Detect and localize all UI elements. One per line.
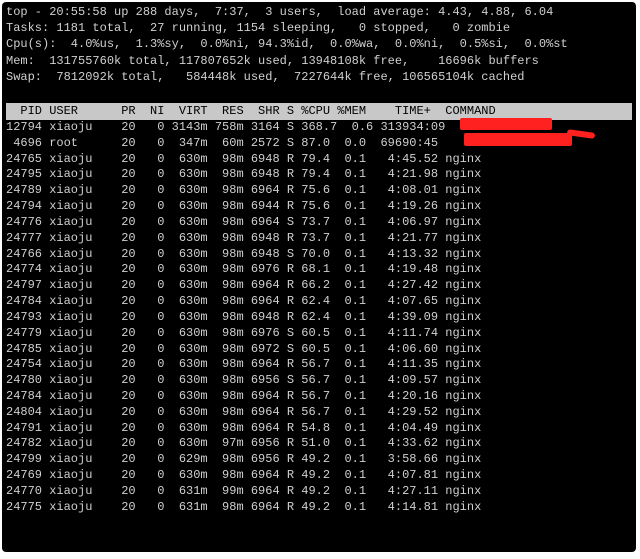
summary-cpu-line: Cpu(s): 4.0%us, 1.3%sy, 0.0%ni, 94.3%id,… [6, 36, 632, 52]
process-row: 24784 xiaoju 20 0 630m 98m 6964 R 56.7 0… [6, 389, 632, 405]
process-row: 24770 xiaoju 20 0 631m 99m 6964 R 49.2 0… [6, 484, 632, 500]
process-row: 24804 xiaoju 20 0 630m 98m 6964 R 56.7 0… [6, 405, 632, 421]
process-row: 24782 xiaoju 20 0 630m 97m 6956 R 51.0 0… [6, 436, 632, 452]
summary-mem-line: Mem: 131755760k total, 117807652k used, … [6, 53, 632, 69]
redaction-mark-2 [464, 133, 572, 146]
process-row: 24799 xiaoju 20 0 629m 98m 6956 R 49.2 0… [6, 452, 632, 468]
process-row: 24777 xiaoju 20 0 630m 98m 6948 R 73.7 0… [6, 231, 632, 247]
process-row: 24769 xiaoju 20 0 630m 98m 6964 R 49.2 0… [6, 468, 632, 484]
process-row: 24765 xiaoju 20 0 630m 98m 6948 R 79.4 0… [6, 152, 632, 168]
process-row: 24793 xiaoju 20 0 630m 98m 6948 R 62.4 0… [6, 310, 632, 326]
process-list: 12794 xiaoju 20 0 3143m 758m 3164 S 368.… [6, 120, 632, 516]
process-row: 24776 xiaoju 20 0 630m 98m 6964 S 73.7 0… [6, 215, 632, 231]
process-row: 24795 xiaoju 20 0 630m 98m 6948 R 79.4 0… [6, 167, 632, 183]
terminal-top-output: top - 20:55:58 up 288 days, 7:37, 3 user… [2, 2, 636, 552]
summary-uptime-line: top - 20:55:58 up 288 days, 7:37, 3 user… [6, 4, 632, 20]
process-row: 24791 xiaoju 20 0 630m 98m 6964 R 54.8 0… [6, 421, 632, 437]
process-row: 24779 xiaoju 20 0 630m 98m 6976 S 60.5 0… [6, 326, 632, 342]
process-row: 24797 xiaoju 20 0 630m 98m 6964 R 66.2 0… [6, 278, 632, 294]
process-row: 24780 xiaoju 20 0 630m 98m 6956 S 56.7 0… [6, 373, 632, 389]
process-row: 24794 xiaoju 20 0 630m 98m 6944 R 75.6 0… [6, 199, 632, 215]
process-row: 24785 xiaoju 20 0 630m 98m 6972 S 60.5 0… [6, 342, 632, 358]
blank-line [6, 85, 632, 101]
process-row: 24754 xiaoju 20 0 630m 98m 6964 R 56.7 0… [6, 357, 632, 373]
process-row: 24775 xiaoju 20 0 631m 98m 6964 R 49.2 0… [6, 500, 632, 516]
redaction-mark-1 [460, 118, 552, 130]
process-row: 24784 xiaoju 20 0 630m 98m 6964 R 62.4 0… [6, 294, 632, 310]
summary-tasks-line: Tasks: 1181 total, 27 running, 1154 slee… [6, 20, 632, 36]
process-row: 24774 xiaoju 20 0 630m 98m 6976 R 68.1 0… [6, 262, 632, 278]
summary-swap-line: Swap: 7812092k total, 584448k used, 7227… [6, 69, 632, 85]
process-row: 24789 xiaoju 20 0 630m 98m 6964 R 75.6 0… [6, 183, 632, 199]
process-row: 24766 xiaoju 20 0 630m 98m 6948 S 70.0 0… [6, 247, 632, 263]
